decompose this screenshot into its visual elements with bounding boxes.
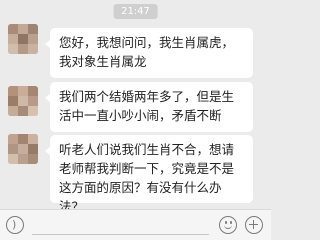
voice-icon[interactable]: ) [6, 216, 24, 234]
plus-icon[interactable] [245, 216, 263, 234]
avatar[interactable] [8, 134, 38, 164]
message-bubble[interactable]: 听老人们说我们生肖不合，想请老师帮我判断一下，究竟是不是这方面的原因？有没有什么… [45, 135, 253, 214]
emoji-icon[interactable] [219, 216, 237, 234]
message-bubble[interactable]: 我们两个结婚两年多了，但是生活中一直小吵小闹，矛盾不断 [45, 82, 253, 132]
avatar[interactable] [8, 86, 38, 116]
timestamp: 21:47 [113, 4, 158, 19]
message-input[interactable] [32, 216, 209, 235]
message-bubble[interactable]: 您好，我想问问，我生肖属虎，我对象生肖属龙 [45, 28, 253, 78]
avatar[interactable] [8, 24, 38, 54]
input-bar: ) [0, 209, 271, 240]
